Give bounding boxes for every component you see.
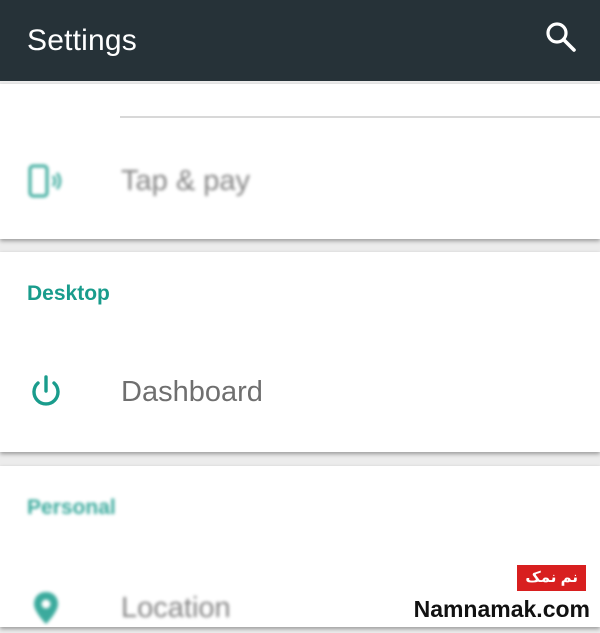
power-icon (26, 372, 66, 412)
desktop-section-card: Desktop Dashboard (0, 252, 600, 452)
divider (120, 116, 600, 118)
watermark-site: Namnamak.com (413, 596, 590, 622)
settings-item-tap-pay[interactable]: Tap & pay (0, 159, 600, 203)
section-header-desktop: Desktop (27, 282, 110, 305)
app-bar: Settings (0, 0, 600, 81)
phone-nfc-icon (26, 161, 66, 201)
section-header-personal: Personal (27, 496, 116, 519)
search-icon[interactable] (544, 20, 578, 54)
watermark-badge: نم نمک (517, 565, 586, 591)
settings-item-label: Tap & pay (121, 164, 250, 197)
page-title: Settings (27, 23, 137, 57)
wireless-section-card: Tap & pay (0, 84, 600, 239)
settings-item-label: Location (121, 591, 231, 624)
location-pin-icon (26, 588, 66, 628)
settings-item-dashboard[interactable]: Dashboard (0, 370, 600, 414)
settings-item-label: Dashboard (121, 375, 263, 408)
